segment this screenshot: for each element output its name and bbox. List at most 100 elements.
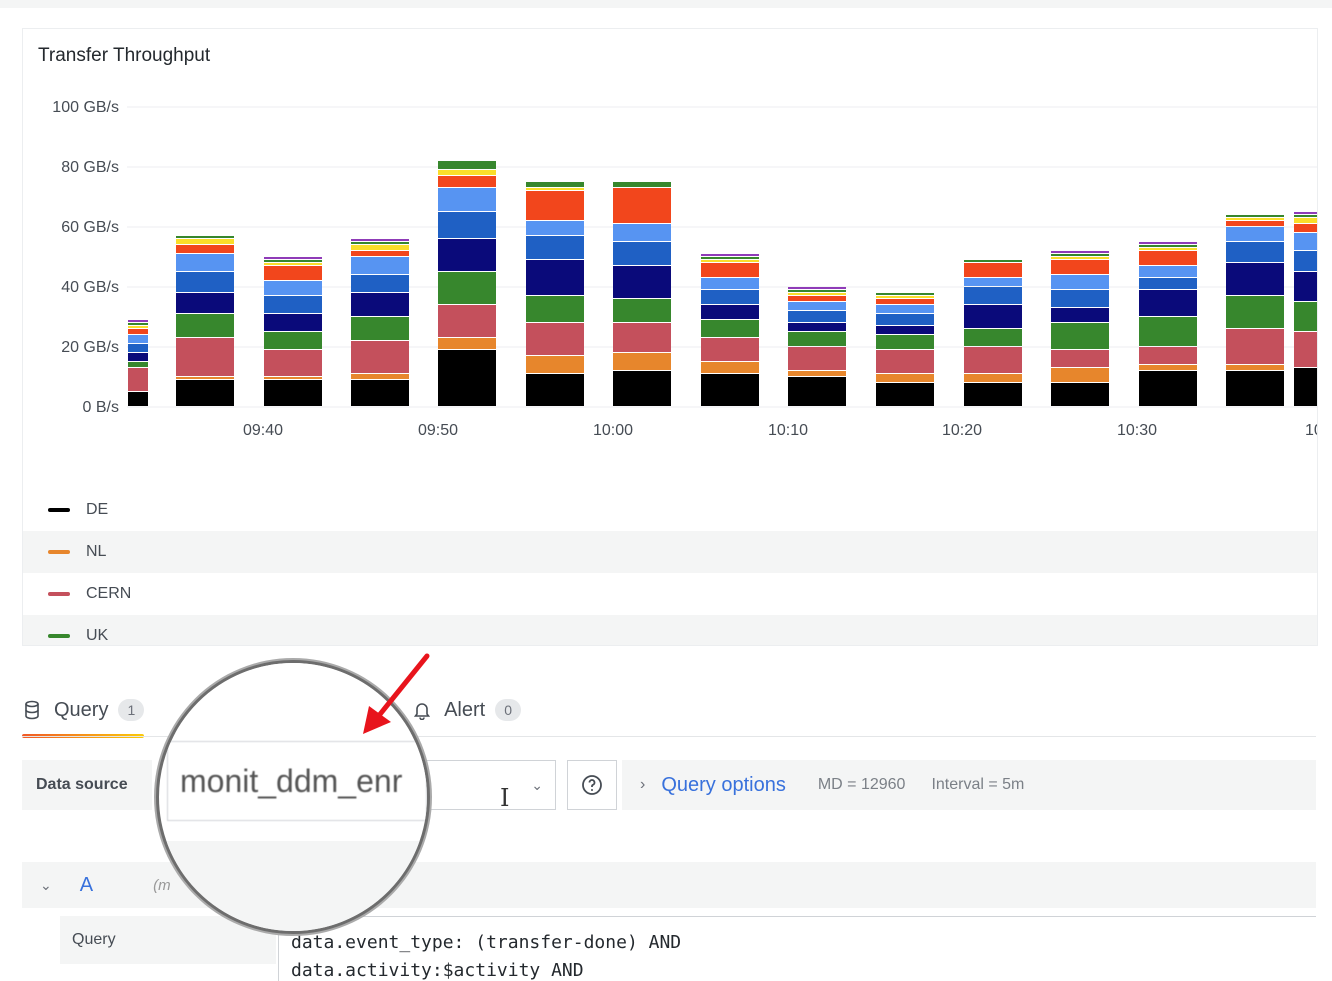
question-circle-icon (582, 775, 602, 795)
throughput-panel: Transfer Throughput 100 GB/s 80 GB/s 60 GB… (22, 28, 1318, 646)
query-options[interactable]: › Query options MD = 12960 Interval = 5m (622, 760, 1316, 810)
bar-segment (264, 332, 322, 349)
bar-segment (1051, 257, 1109, 259)
query-ref-id[interactable]: A (80, 874, 93, 897)
database-icon (22, 700, 42, 720)
bar-segment (788, 323, 846, 331)
bar-segment (1294, 215, 1317, 217)
bar-segment (351, 275, 409, 292)
legend-item[interactable]: CERN (23, 573, 1317, 615)
bar-segment (788, 293, 846, 295)
bar-segment (1226, 221, 1284, 226)
bar-segment (1051, 260, 1109, 274)
bar-segment (264, 380, 322, 406)
max-data-points: MD = 12960 (817, 776, 906, 793)
tab-alert-count: 0 (495, 699, 521, 721)
bar-segment (964, 287, 1022, 304)
bar-segment (526, 374, 584, 406)
bar-segment (128, 353, 148, 361)
datasource-help-button[interactable] (567, 760, 617, 810)
bar-segment (1294, 212, 1317, 214)
bar-segment (176, 245, 234, 253)
x-tick-label: 09:50 (418, 422, 458, 439)
bar-segment (264, 281, 322, 295)
bar-segment (176, 293, 234, 313)
bar-segment (264, 257, 322, 259)
bar-segment (701, 254, 759, 256)
bar-segment (964, 329, 1022, 346)
bar-segment (438, 239, 496, 271)
y-tick-label: 20 GB/s (61, 339, 119, 356)
chart-legend: DE NL CERN UK (23, 489, 1317, 645)
bar-segment (526, 296, 584, 322)
red-arrow-annotation (363, 653, 430, 734)
bar-segment (1226, 242, 1284, 262)
bar-segment (264, 296, 322, 313)
datasource-label: Data source (22, 760, 152, 810)
bar-segment (788, 302, 846, 310)
chevron-down-icon[interactable]: ⌄ (40, 877, 52, 894)
bar-segment (788, 287, 846, 289)
y-tick-label: 80 GB/s (61, 159, 119, 176)
bar-segment (176, 380, 234, 406)
bar-segment (1051, 290, 1109, 307)
bar-segment (1051, 323, 1109, 349)
bar-segment (1294, 332, 1317, 367)
bar-segment (264, 266, 322, 280)
bar-segment (876, 305, 934, 313)
bar-segment (876, 383, 934, 406)
y-tick-label: 0 B/s (83, 399, 119, 416)
x-tick-label: 09:40 (243, 422, 283, 439)
magnifier-row-area (167, 841, 427, 931)
bar-segment (788, 311, 846, 322)
bar-segment (438, 212, 496, 238)
legend-item[interactable]: NL (23, 531, 1317, 573)
bar-segment (526, 221, 584, 235)
bar-segment (964, 260, 1022, 262)
bar-segment (1139, 290, 1197, 316)
bar-segment (1051, 275, 1109, 289)
bar-segment (701, 338, 759, 361)
tab-query[interactable]: Query 1 (22, 688, 145, 738)
bar-segment (351, 251, 409, 256)
bar-segment (613, 299, 671, 322)
bar-segment (701, 290, 759, 304)
top-strip (0, 0, 1332, 8)
bar-segment (1139, 365, 1197, 370)
bar-segment (1294, 368, 1317, 406)
bar-segment (1226, 329, 1284, 364)
chevron-down-icon: ⌄ (531, 777, 543, 793)
bar-segment (1139, 251, 1197, 265)
bar-segment (264, 350, 322, 376)
legend-item[interactable]: UK (23, 615, 1317, 645)
legend-item[interactable]: DE (23, 489, 1317, 531)
bar-segment (128, 368, 148, 391)
bar-segment (264, 260, 322, 262)
query-interval: Interval = 5m (931, 776, 1025, 793)
bar-segment (613, 353, 671, 370)
query-options-title: Query options (661, 773, 786, 796)
bar-segment (526, 323, 584, 355)
bar-segment (1139, 245, 1197, 247)
bar-segment (788, 377, 846, 406)
bar-segment (1226, 263, 1284, 295)
bar-segment (128, 392, 148, 406)
bar-segment (438, 176, 496, 187)
bar-segment (1294, 218, 1317, 223)
bar-segment (788, 371, 846, 376)
bar-segment (788, 332, 846, 346)
bar-segment (876, 350, 934, 373)
legend-label: UK (86, 627, 109, 644)
bar-segment (351, 374, 409, 379)
query-editor[interactable]: data.event_type: (transfer-done) AND dat… (278, 916, 1316, 981)
legend-label: DE (86, 501, 109, 518)
bar-segment (613, 323, 671, 352)
bar-segment (1051, 350, 1109, 367)
bar-segment (176, 314, 234, 337)
bar-segment (128, 320, 148, 322)
bar-segment (964, 347, 1022, 373)
bar-segment (351, 380, 409, 406)
bar-segment (1139, 242, 1197, 244)
bar-segment (264, 377, 322, 379)
bar-segment (701, 260, 759, 262)
